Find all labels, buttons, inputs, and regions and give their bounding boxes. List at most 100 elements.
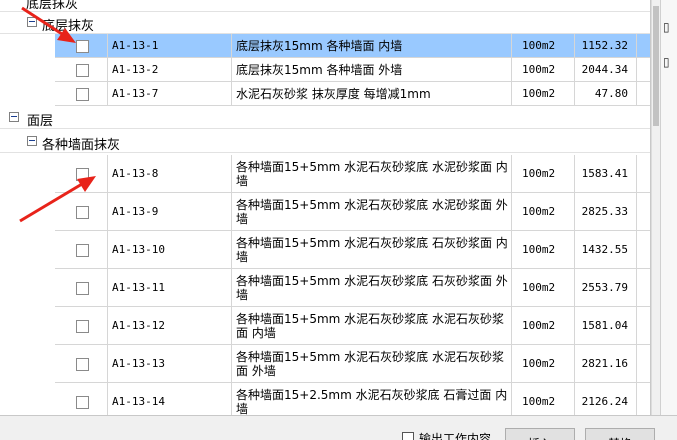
row-checkbox[interactable] xyxy=(76,205,89,219)
unit-cell: 100m2 xyxy=(512,58,575,81)
qty-cell: 1.000 xyxy=(637,155,650,192)
quota-unit: 100m2 xyxy=(522,166,556,180)
quota-code: A1-13-13 xyxy=(112,356,165,370)
price-cell: 1583.41 xyxy=(575,155,637,192)
quota-unit: 100m2 xyxy=(522,204,556,218)
check-cell xyxy=(55,269,108,306)
group-label: 各种墙面抹灰 xyxy=(42,138,121,153)
code-cell: A1-13-9 xyxy=(108,193,232,230)
replace-button[interactable]: 替换 xyxy=(585,428,655,440)
side-panel-glyph-icon: ▯ xyxy=(663,55,670,69)
qty-cell: 1.000 xyxy=(637,269,650,306)
quota-price: 47.80 xyxy=(594,86,628,100)
table-row[interactable]: A1-13-9 各种墙面15+5mm 水泥石灰砂浆底 水泥砂浆面 外墙 100m2 2… xyxy=(55,193,650,231)
quota-price: 1432.55 xyxy=(581,242,628,256)
unit-cell: 100m2 xyxy=(512,193,575,230)
code-cell: A1-13-14 xyxy=(108,383,232,415)
quota-code: A1-13-7 xyxy=(112,86,159,100)
table-row[interactable]: A1-13-2 底层抹灰15mm 各种墙面 外墙 100m2 2044.34 1.000 xyxy=(55,58,650,82)
table-row[interactable]: A1-13-1 底层抹灰15mm 各种墙面 内墙 100m2 1152.32 1.000 xyxy=(55,34,650,58)
check-cell xyxy=(55,58,108,81)
quota-code: A1-13-2 xyxy=(112,62,159,76)
table-row[interactable]: A1-13-7 水泥石灰砂浆 抹灰厚度 每增减1mm 100m2 47.80 1.000 xyxy=(55,82,650,106)
collapse-icon[interactable] xyxy=(27,17,37,27)
table-row[interactable]: A1-13-13 各种墙面15+5mm 水泥石灰砂浆底 水泥石灰砂浆面 外墙 100… xyxy=(55,345,650,383)
group-base-coat-parent[interactable]: 底层抹灰 xyxy=(0,0,650,12)
row-checkbox[interactable] xyxy=(76,167,89,181)
group-surface[interactable]: 面层 xyxy=(0,107,650,129)
quota-name: 底层抹灰15mm 各种墙面 外墙 xyxy=(236,62,403,77)
row-checkbox[interactable] xyxy=(76,243,89,257)
name-cell: 各种墙面15+5mm 水泥石灰砂浆底 水泥砂浆面 内墙 xyxy=(232,155,512,192)
collapse-icon[interactable] xyxy=(9,112,19,122)
code-cell: A1-13-1 xyxy=(108,34,232,57)
quota-price: 2044.34 xyxy=(581,62,628,76)
code-cell: A1-13-11 xyxy=(108,269,232,306)
name-cell: 底层抹灰15mm 各种墙面 内墙 xyxy=(232,34,512,57)
name-cell: 各种墙面15+5mm 水泥石灰砂浆底 水泥砂浆面 外墙 xyxy=(232,193,512,230)
quota-price: 1583.41 xyxy=(581,166,628,180)
qty-cell: 1.000 xyxy=(637,231,650,268)
name-cell: 水泥石灰砂浆 抹灰厚度 每增减1mm xyxy=(232,82,512,105)
row-checkbox[interactable] xyxy=(76,319,89,333)
bottom-bar: 输出工作内容 插入 替换 xyxy=(0,415,677,440)
quota-code: A1-13-8 xyxy=(112,166,159,180)
table-row[interactable]: A1-13-12 各种墙面15+5mm 水泥石灰砂浆底 水泥石灰砂浆面 内墙 100… xyxy=(55,307,650,345)
row-checkbox[interactable] xyxy=(76,63,89,77)
unit-cell: 100m2 xyxy=(512,82,575,105)
unit-cell: 100m2 xyxy=(512,307,575,344)
quota-name: 底层抹灰15mm 各种墙面 内墙 xyxy=(236,38,403,53)
quota-price: 2821.16 xyxy=(581,356,628,370)
group-label: 面层 xyxy=(27,114,54,129)
quota-unit: 100m2 xyxy=(522,242,556,256)
group-label: 底层抹灰 xyxy=(26,0,79,12)
row-checkbox[interactable] xyxy=(76,357,89,371)
check-cell xyxy=(55,155,108,192)
row-checkbox[interactable] xyxy=(76,395,89,409)
row-checkbox[interactable] xyxy=(76,39,89,53)
quota-code: A1-13-14 xyxy=(112,394,165,408)
table-row[interactable]: A1-13-10 各种墙面15+5mm 水泥石灰砂浆底 石灰砂浆面 内墙 100m2… xyxy=(55,231,650,269)
quota-price: 1581.04 xyxy=(581,318,628,332)
check-cell xyxy=(55,307,108,344)
code-cell: A1-13-8 xyxy=(108,155,232,192)
check-cell xyxy=(55,193,108,230)
quota-unit: 100m2 xyxy=(522,62,556,76)
quota-unit: 100m2 xyxy=(522,38,556,52)
name-cell: 底层抹灰15mm 各种墙面 外墙 xyxy=(232,58,512,81)
check-cell xyxy=(55,231,108,268)
output-work-checkbox[interactable] xyxy=(402,432,414,440)
quota-name: 各种墙面15+5mm 水泥石灰砂浆底 水泥砂浆面 外墙 xyxy=(236,197,508,226)
quota-price: 1152.32 xyxy=(581,38,628,52)
table-row[interactable]: A1-13-14 各种墙面15+2.5mm 水泥石灰砂浆底 石膏过面 内墙 100m… xyxy=(55,383,650,415)
qty-cell: 1.000 xyxy=(637,82,650,105)
side-panel: ▯ ▯ xyxy=(660,0,677,415)
insert-button[interactable]: 插入 xyxy=(505,428,575,440)
qty-cell: 1.000 xyxy=(637,58,650,81)
table-row[interactable]: A1-13-11 各种墙面15+5mm 水泥石灰砂浆底 石灰砂浆面 外墙 100m2… xyxy=(55,269,650,307)
unit-cell: 100m2 xyxy=(512,345,575,382)
unit-cell: 100m2 xyxy=(512,155,575,192)
check-cell xyxy=(55,383,108,415)
collapse-icon[interactable] xyxy=(27,136,37,146)
quota-name: 各种墙面15+5mm 水泥石灰砂浆底 水泥砂浆面 内墙 xyxy=(236,159,508,188)
quota-unit: 100m2 xyxy=(522,356,556,370)
scrollbar-thumb[interactable] xyxy=(653,6,659,126)
code-cell: A1-13-7 xyxy=(108,82,232,105)
check-cell xyxy=(55,345,108,382)
qty-cell: 1.000 xyxy=(637,307,650,344)
price-cell: 2821.16 xyxy=(575,345,637,382)
quota-unit: 100m2 xyxy=(522,86,556,100)
price-cell: 2044.34 xyxy=(575,58,637,81)
unit-cell: 100m2 xyxy=(512,34,575,57)
group-base-coat[interactable]: 底层抹灰 xyxy=(0,12,650,34)
price-cell: 1581.04 xyxy=(575,307,637,344)
unit-cell: 100m2 xyxy=(512,231,575,268)
vertical-scrollbar[interactable] xyxy=(651,0,660,415)
row-checkbox[interactable] xyxy=(76,87,89,101)
qty-cell: 1.000 xyxy=(637,34,650,57)
row-checkbox[interactable] xyxy=(76,281,89,295)
group-wall-plaster[interactable]: 各种墙面抹灰 xyxy=(0,131,650,153)
table-row[interactable]: A1-13-8 各种墙面15+5mm 水泥石灰砂浆底 水泥砂浆面 内墙 100m2 1… xyxy=(55,155,650,193)
code-cell: A1-13-2 xyxy=(108,58,232,81)
